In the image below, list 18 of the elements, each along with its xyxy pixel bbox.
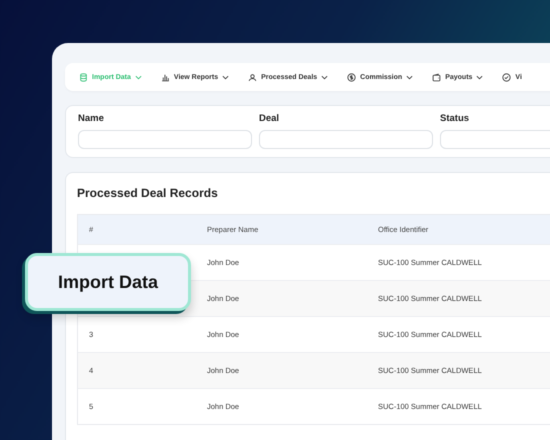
dollar-coin-icon xyxy=(347,72,356,82)
input-field[interactable] xyxy=(78,130,252,149)
chevron-down-icon xyxy=(222,74,230,80)
people-icon xyxy=(248,72,258,82)
chevron-down-icon xyxy=(321,74,328,80)
bar-chart-icon xyxy=(160,72,170,82)
check-circle-icon xyxy=(502,72,512,82)
chevron-down-icon xyxy=(406,74,414,80)
chevron-down-icon xyxy=(134,74,142,80)
table-title: Processed Deal Records xyxy=(77,186,219,200)
input-field[interactable] xyxy=(259,130,433,149)
callout-label: Import Data xyxy=(25,253,191,311)
filter-label: Deal xyxy=(259,113,280,124)
database-icon xyxy=(79,72,88,82)
chevron-down-icon xyxy=(476,74,484,80)
filter-label: Name xyxy=(78,113,105,124)
wallet-icon xyxy=(432,72,442,82)
filter-label: Status xyxy=(440,113,470,124)
